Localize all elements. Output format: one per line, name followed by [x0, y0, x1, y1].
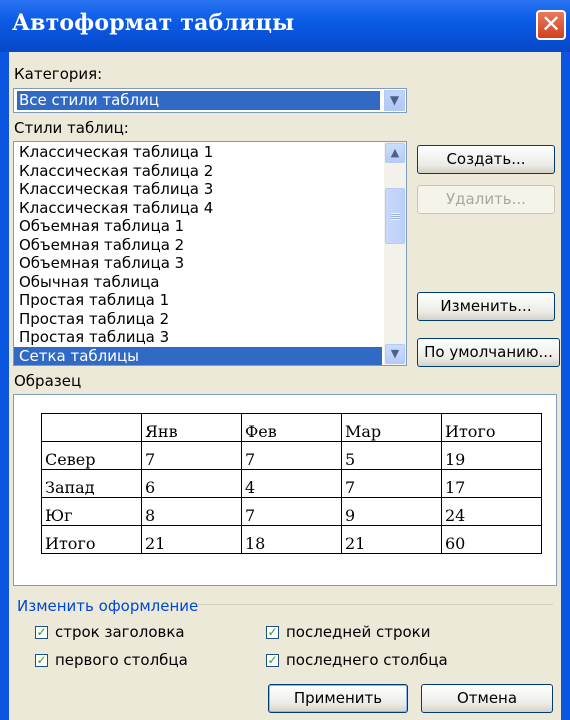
checkbox-header-rows-label[interactable]: строк заголовка [55, 623, 185, 641]
styles-label: Стили таблиц: [14, 119, 129, 137]
styles-scrollbar[interactable]: ▲ ▼ [384, 142, 406, 365]
table-cell: 21 [141, 525, 242, 554]
style-list-item[interactable]: Простая таблица 3 [14, 328, 382, 347]
checkbox-last-column-label[interactable]: последнего столбца [286, 651, 448, 669]
default-button[interactable]: По умолчанию... [417, 338, 560, 367]
preview-box: Янв Фев Мар Итого Север 7 7 5 19 Запад 6 4 7 17 Юг 8 7 9 2… [13, 394, 557, 586]
table-cell: 21 [341, 525, 442, 554]
table-cell: Итого [441, 413, 542, 442]
style-list-item[interactable]: Объемная таблица 3 [14, 254, 382, 273]
preview-label: Образец [14, 372, 82, 390]
table-row: Запад 6 4 7 17 [41, 469, 542, 498]
category-select[interactable]: Все стили таблиц ▼ [13, 88, 407, 113]
check-icon: ✓ [36, 625, 47, 639]
table-row: Север 7 7 5 19 [41, 441, 542, 470]
check-icon: ✓ [267, 625, 278, 639]
style-list-item[interactable]: Простая таблица 1 [14, 291, 382, 310]
apply-button[interactable]: Применить [268, 684, 408, 713]
table-cell: Север [41, 441, 142, 470]
table-cell: Фев [241, 413, 342, 442]
table-cell: Юг [41, 497, 142, 526]
checkbox-last-row[interactable]: ✓ [266, 626, 279, 639]
delete-button[interactable]: Удалить... [417, 185, 555, 214]
table-cell: 18 [241, 525, 342, 554]
style-list-item[interactable]: Обычная таблица [14, 273, 382, 292]
dialog-title: Автоформат таблицы [12, 10, 295, 36]
dialog-window: Автоформат таблицы ✕ Категория: Все стил… [0, 0, 570, 720]
table-row: Итого 21 18 21 60 [41, 525, 542, 554]
styles-listbox[interactable]: Классическая таблица 1 Классическая табли… [13, 141, 407, 366]
checkbox-first-column-label[interactable]: первого столбца [55, 651, 188, 669]
table-cell: 60 [441, 525, 542, 554]
group-divider [198, 604, 553, 605]
style-list-item[interactable]: Классическая таблица 1 [14, 143, 382, 162]
check-icon: ✓ [36, 653, 47, 667]
scroll-thumb[interactable] [385, 188, 405, 244]
table-cell: 7 [341, 469, 442, 498]
style-list-item[interactable]: Классическая таблица 3 [14, 180, 382, 199]
style-list-item[interactable]: Простая таблица 2 [14, 310, 382, 329]
category-selected-value: Все стили таблиц [17, 91, 380, 110]
style-list-item[interactable]: Классическая таблица 4 [14, 199, 382, 218]
preview-table: Янв Фев Мар Итого Север 7 7 5 19 Запад 6 4 7 17 Юг 8 7 9 2… [41, 413, 542, 554]
style-list-item[interactable]: Классическая таблица 2 [14, 162, 382, 181]
table-cell: 19 [441, 441, 542, 470]
table-row: Янв Фев Мар Итого [41, 413, 542, 442]
table-cell: 8 [141, 497, 242, 526]
checkbox-last-row-label[interactable]: последней строки [286, 623, 430, 641]
table-cell: 7 [241, 497, 342, 526]
table-cell: 4 [241, 469, 342, 498]
table-cell: 6 [141, 469, 242, 498]
style-list-item[interactable]: Сетка таблицы [14, 346, 382, 365]
check-icon: ✓ [267, 653, 278, 667]
table-cell [41, 413, 142, 442]
scroll-up-icon[interactable]: ▲ [385, 143, 405, 163]
scroll-down-icon[interactable]: ▼ [385, 344, 405, 364]
close-icon: ✕ [540, 10, 562, 38]
table-cell: 7 [241, 441, 342, 470]
title-bar[interactable]: Автоформат таблицы ✕ [0, 0, 570, 52]
table-cell: 7 [141, 441, 242, 470]
table-cell: 9 [341, 497, 442, 526]
table-row: Юг 8 7 9 24 [41, 497, 542, 526]
checkbox-last-column[interactable]: ✓ [266, 654, 279, 667]
modify-button[interactable]: Изменить... [417, 292, 555, 321]
style-list-item[interactable]: Объемная таблица 2 [14, 236, 382, 255]
close-button[interactable]: ✕ [536, 10, 566, 40]
checkbox-first-column[interactable]: ✓ [35, 654, 48, 667]
style-list-item[interactable]: Объемная таблица 1 [14, 217, 382, 236]
table-cell: Янв [141, 413, 242, 442]
grip-icon [391, 213, 400, 220]
category-label: Категория: [14, 65, 103, 83]
table-cell: Мар [341, 413, 442, 442]
table-cell: 24 [441, 497, 542, 526]
table-cell: Итого [41, 525, 142, 554]
checkbox-header-rows[interactable]: ✓ [35, 626, 48, 639]
table-cell: 17 [441, 469, 542, 498]
table-cell: Запад [41, 469, 142, 498]
table-cell: 5 [341, 441, 442, 470]
create-button[interactable]: Создать... [417, 145, 555, 174]
cancel-button[interactable]: Отмена [421, 684, 553, 713]
apply-group-label: Изменить оформление [17, 597, 199, 615]
chevron-down-icon[interactable]: ▼ [384, 90, 405, 111]
